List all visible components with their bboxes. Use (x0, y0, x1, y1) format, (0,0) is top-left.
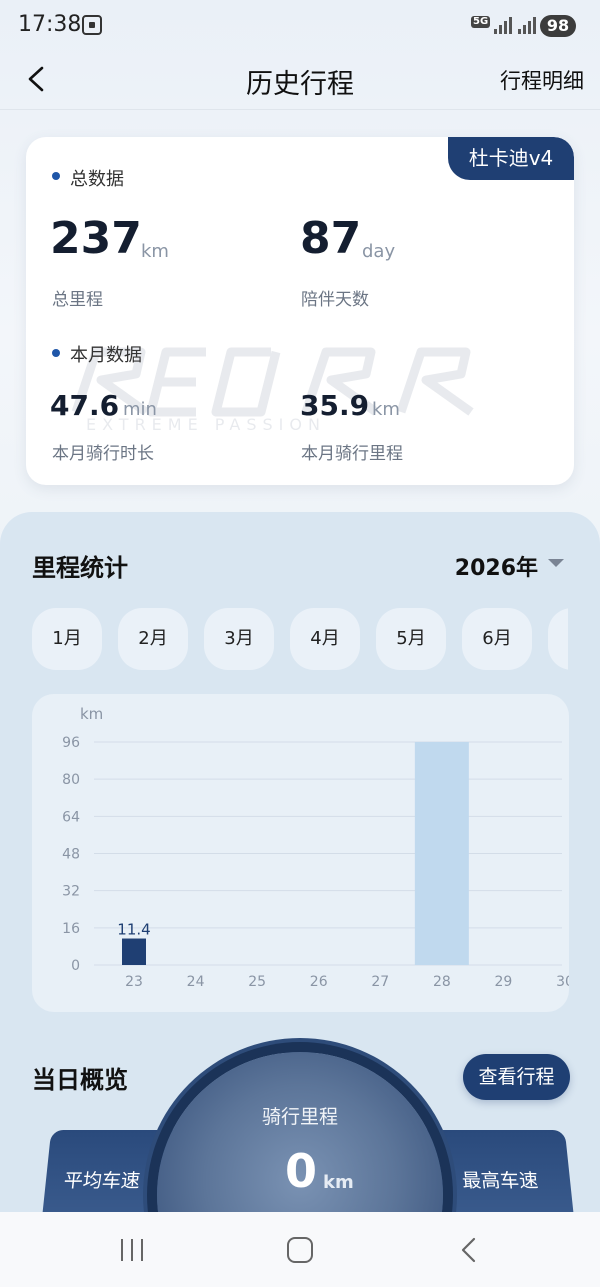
system-nav-bar (0, 1212, 600, 1287)
daily-overview-title: 当日概览 (32, 1066, 128, 1094)
avg-speed-label: 平均车速 (62, 1170, 142, 1192)
x-tick-label: 26 (310, 974, 328, 990)
month-tab[interactable]: 5月 (376, 608, 446, 670)
status-bar: 17:38 5G 98 (0, 0, 600, 52)
svg-text:EXTREME PASSION: EXTREME PASSION (86, 415, 326, 432)
x-tick-label: 25 (248, 974, 266, 990)
companion-days-label: 陪伴天数 (301, 290, 369, 310)
mileage-stats-title: 里程统计 (32, 554, 128, 582)
y-tick-label: 0 (71, 958, 80, 974)
month-mileage-unit: km (372, 399, 400, 420)
home-icon[interactable] (287, 1237, 313, 1263)
month-duration-unit: min (123, 399, 157, 420)
y-tick-label: 32 (62, 884, 80, 900)
y-tick-label: 16 (62, 921, 80, 937)
gauge-label: 骑行里程 (261, 1106, 338, 1128)
month-data-heading: 本月数据 (70, 345, 142, 366)
total-data-heading: 总数据 (70, 169, 124, 190)
battery-indicator: 98 (540, 15, 576, 37)
companion-days-value: 87 (300, 213, 362, 264)
mileage-bar-chart: km 0 16 32 48 64 80 96 11.4 23 24 25 26 27 28 29 30 (62, 705, 569, 990)
x-tick-label: 30 (556, 974, 569, 990)
chart-bar (414, 742, 469, 965)
y-tick-label: 48 (62, 847, 80, 863)
back-icon[interactable] (456, 1236, 482, 1264)
section-dot-icon (52, 349, 60, 357)
month-tab[interactable]: 2月 (118, 608, 188, 670)
month-tab[interactable]: 6月 (462, 608, 532, 670)
signal-icon (494, 16, 512, 34)
y-axis-unit-label: km (80, 705, 103, 723)
recent-apps-icon[interactable] (121, 1239, 145, 1261)
y-tick-label: 64 (62, 809, 80, 825)
month-tab[interactable]: 1月 (32, 608, 102, 670)
x-tick-label: 27 (371, 974, 389, 990)
y-tick-label: 80 (62, 772, 80, 788)
network-type-badge: 5G (471, 16, 491, 28)
month-tab[interactable]: 3月 (204, 608, 274, 670)
month-tabs: 1月 2月 3月 4月 5月 6月 (32, 608, 568, 670)
month-mileage-value: 35.9 (300, 389, 370, 422)
month-tab-partial[interactable] (548, 608, 568, 670)
x-tick-label: 23 (125, 974, 143, 990)
page-header: 历史行程 行程明细 (0, 52, 600, 110)
month-duration-label: 本月骑行时长 (52, 444, 154, 464)
month-tab[interactable]: 4月 (290, 608, 360, 670)
gauge-value: 0 (285, 1144, 318, 1198)
view-trip-button[interactable]: 查看行程 (463, 1054, 570, 1100)
signal-icon (518, 16, 536, 34)
x-tick-label: 28 (433, 974, 451, 990)
status-time: 17:38 (18, 12, 82, 37)
model-badge[interactable]: 杜卡迪v4 (448, 137, 574, 180)
max-speed-label: 最高车速 (460, 1170, 540, 1192)
x-tick-label: 24 (187, 974, 205, 990)
x-tick-label: 29 (495, 974, 513, 990)
total-mileage-value: 237 (50, 213, 142, 264)
gauge-unit: km (323, 1172, 354, 1193)
section-dot-icon (52, 172, 60, 180)
month-mileage-label: 本月骑行里程 (301, 444, 403, 464)
stats-panel: 里程统计 2026年 1月 2月 3月 4月 5月 6月 km 0 16 32 48 64… (0, 512, 600, 1287)
bar-data-label: 11.4 (117, 921, 150, 939)
caret-down-icon (548, 559, 564, 567)
summary-card: EXTREME PASSION 杜卡迪v4 总数据 237 km 总里程 87 … (26, 137, 574, 485)
total-mileage-label: 总里程 (52, 290, 103, 310)
y-tick-label: 96 (62, 735, 80, 751)
chart-bar (122, 938, 146, 965)
year-selector[interactable]: 2026年 (455, 550, 564, 582)
trip-detail-link[interactable]: 行程明细 (500, 65, 584, 95)
total-mileage-unit: km (141, 241, 169, 262)
month-duration-value: 47.6 (50, 389, 120, 422)
companion-days-unit: day (362, 241, 396, 262)
screenshot-indicator-icon (82, 15, 102, 35)
mileage-chart: km 0 16 32 48 64 80 96 11.4 23 24 25 26 27 28 29 30 (32, 694, 569, 1012)
